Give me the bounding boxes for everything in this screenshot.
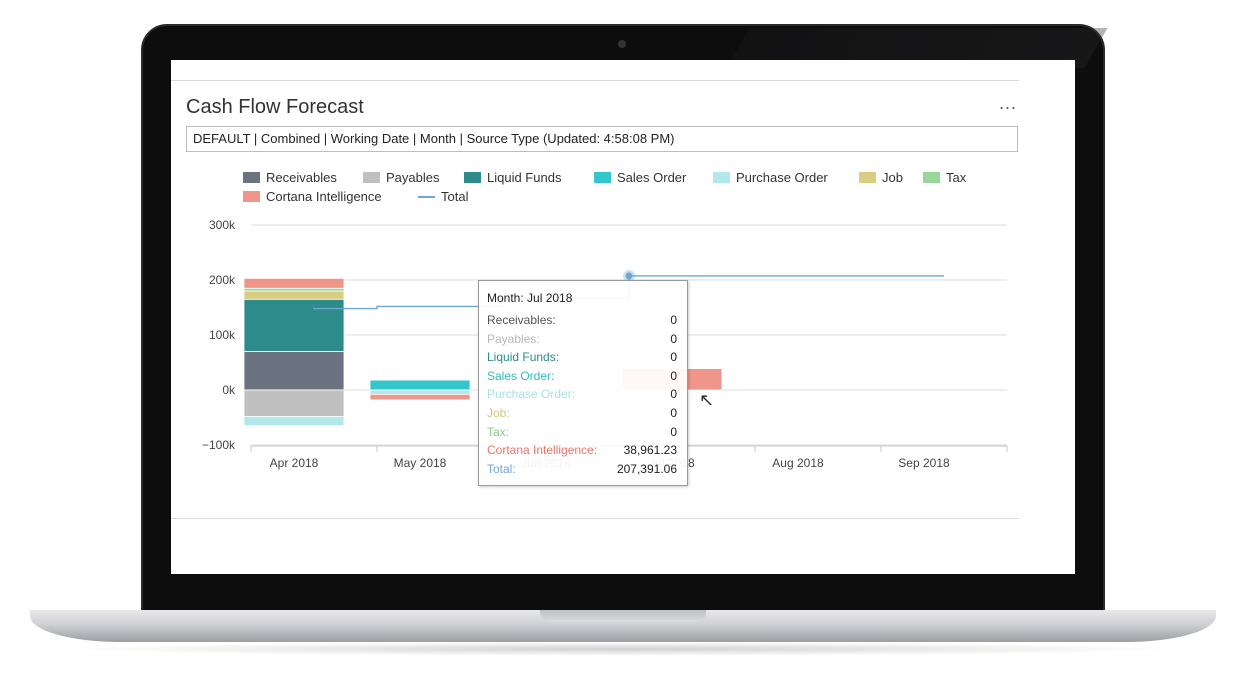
tooltip-row-label: Purchase Order: [487, 387, 576, 402]
tooltip-row-value: 0 [670, 387, 677, 402]
tooltip-row-value: 0 [670, 368, 677, 383]
tooltip-title: Month: Jul 2018 [487, 291, 573, 305]
bar-purchase-order [243, 415, 345, 427]
x-tick-label: Apr 2018 [270, 456, 319, 470]
tooltip-row-label: Sales Order: [487, 368, 555, 383]
tooltip-row-value: 0 [670, 313, 677, 327]
bar-receivables [243, 351, 345, 391]
x-tick-label: Aug 2018 [772, 456, 824, 470]
y-tick-label: 200k [209, 273, 236, 287]
mouse-cursor-icon: ↖ [699, 390, 715, 410]
tooltip-row-label: Tax: [487, 424, 510, 439]
x-tick-label: Sep 2018 [898, 456, 950, 470]
tooltip-row-label: Cortana Intelligence: [487, 443, 598, 458]
tooltip-row-label: Total: [487, 461, 516, 476]
screen: Cash Flow Forecast ... DEFAULT | Combine… [171, 60, 1075, 574]
bar-liquid-funds [243, 298, 345, 352]
y-tick-label: 300k [209, 218, 236, 232]
bar-cortana-intelligence [243, 277, 345, 289]
webcam-icon [618, 40, 626, 48]
tooltip-row-label: Liquid Funds: [487, 350, 560, 365]
bar-cortana-intelligence [369, 393, 471, 401]
tooltip-row-value: 38,961.23 [623, 443, 677, 458]
bar-job [243, 290, 345, 300]
tooltip-row-value: 0 [670, 424, 677, 439]
bar-purchase-order [369, 389, 471, 395]
chart-tooltip: Month: Jul 2018 Receivables: 0 Payables: 0 L… [478, 280, 688, 486]
tooltip-row-label: Job: [487, 406, 510, 420]
tooltip-row-label: Receivables: [487, 313, 556, 327]
bottom-divider [171, 518, 1019, 519]
tooltip-row-value: 0 [670, 406, 677, 420]
bar-payables [243, 389, 345, 417]
tooltip-row-label: Payables: [487, 331, 540, 346]
y-tick-label: 100k [209, 328, 236, 342]
tooltip-row-value: 0 [670, 350, 677, 365]
bar-tax [243, 287, 345, 292]
laptop-notch [540, 610, 706, 622]
bar-sales-order [369, 379, 471, 391]
x-tick-label: May 2018 [394, 456, 447, 470]
y-tick-label: 0k [222, 383, 236, 397]
y-tick-label: −100k [202, 438, 236, 452]
tooltip-row-value: 0 [670, 331, 677, 346]
laptop-shadow [60, 642, 1186, 656]
total-point [625, 272, 633, 280]
tooltip-row-value: 207,391.06 [616, 461, 677, 476]
